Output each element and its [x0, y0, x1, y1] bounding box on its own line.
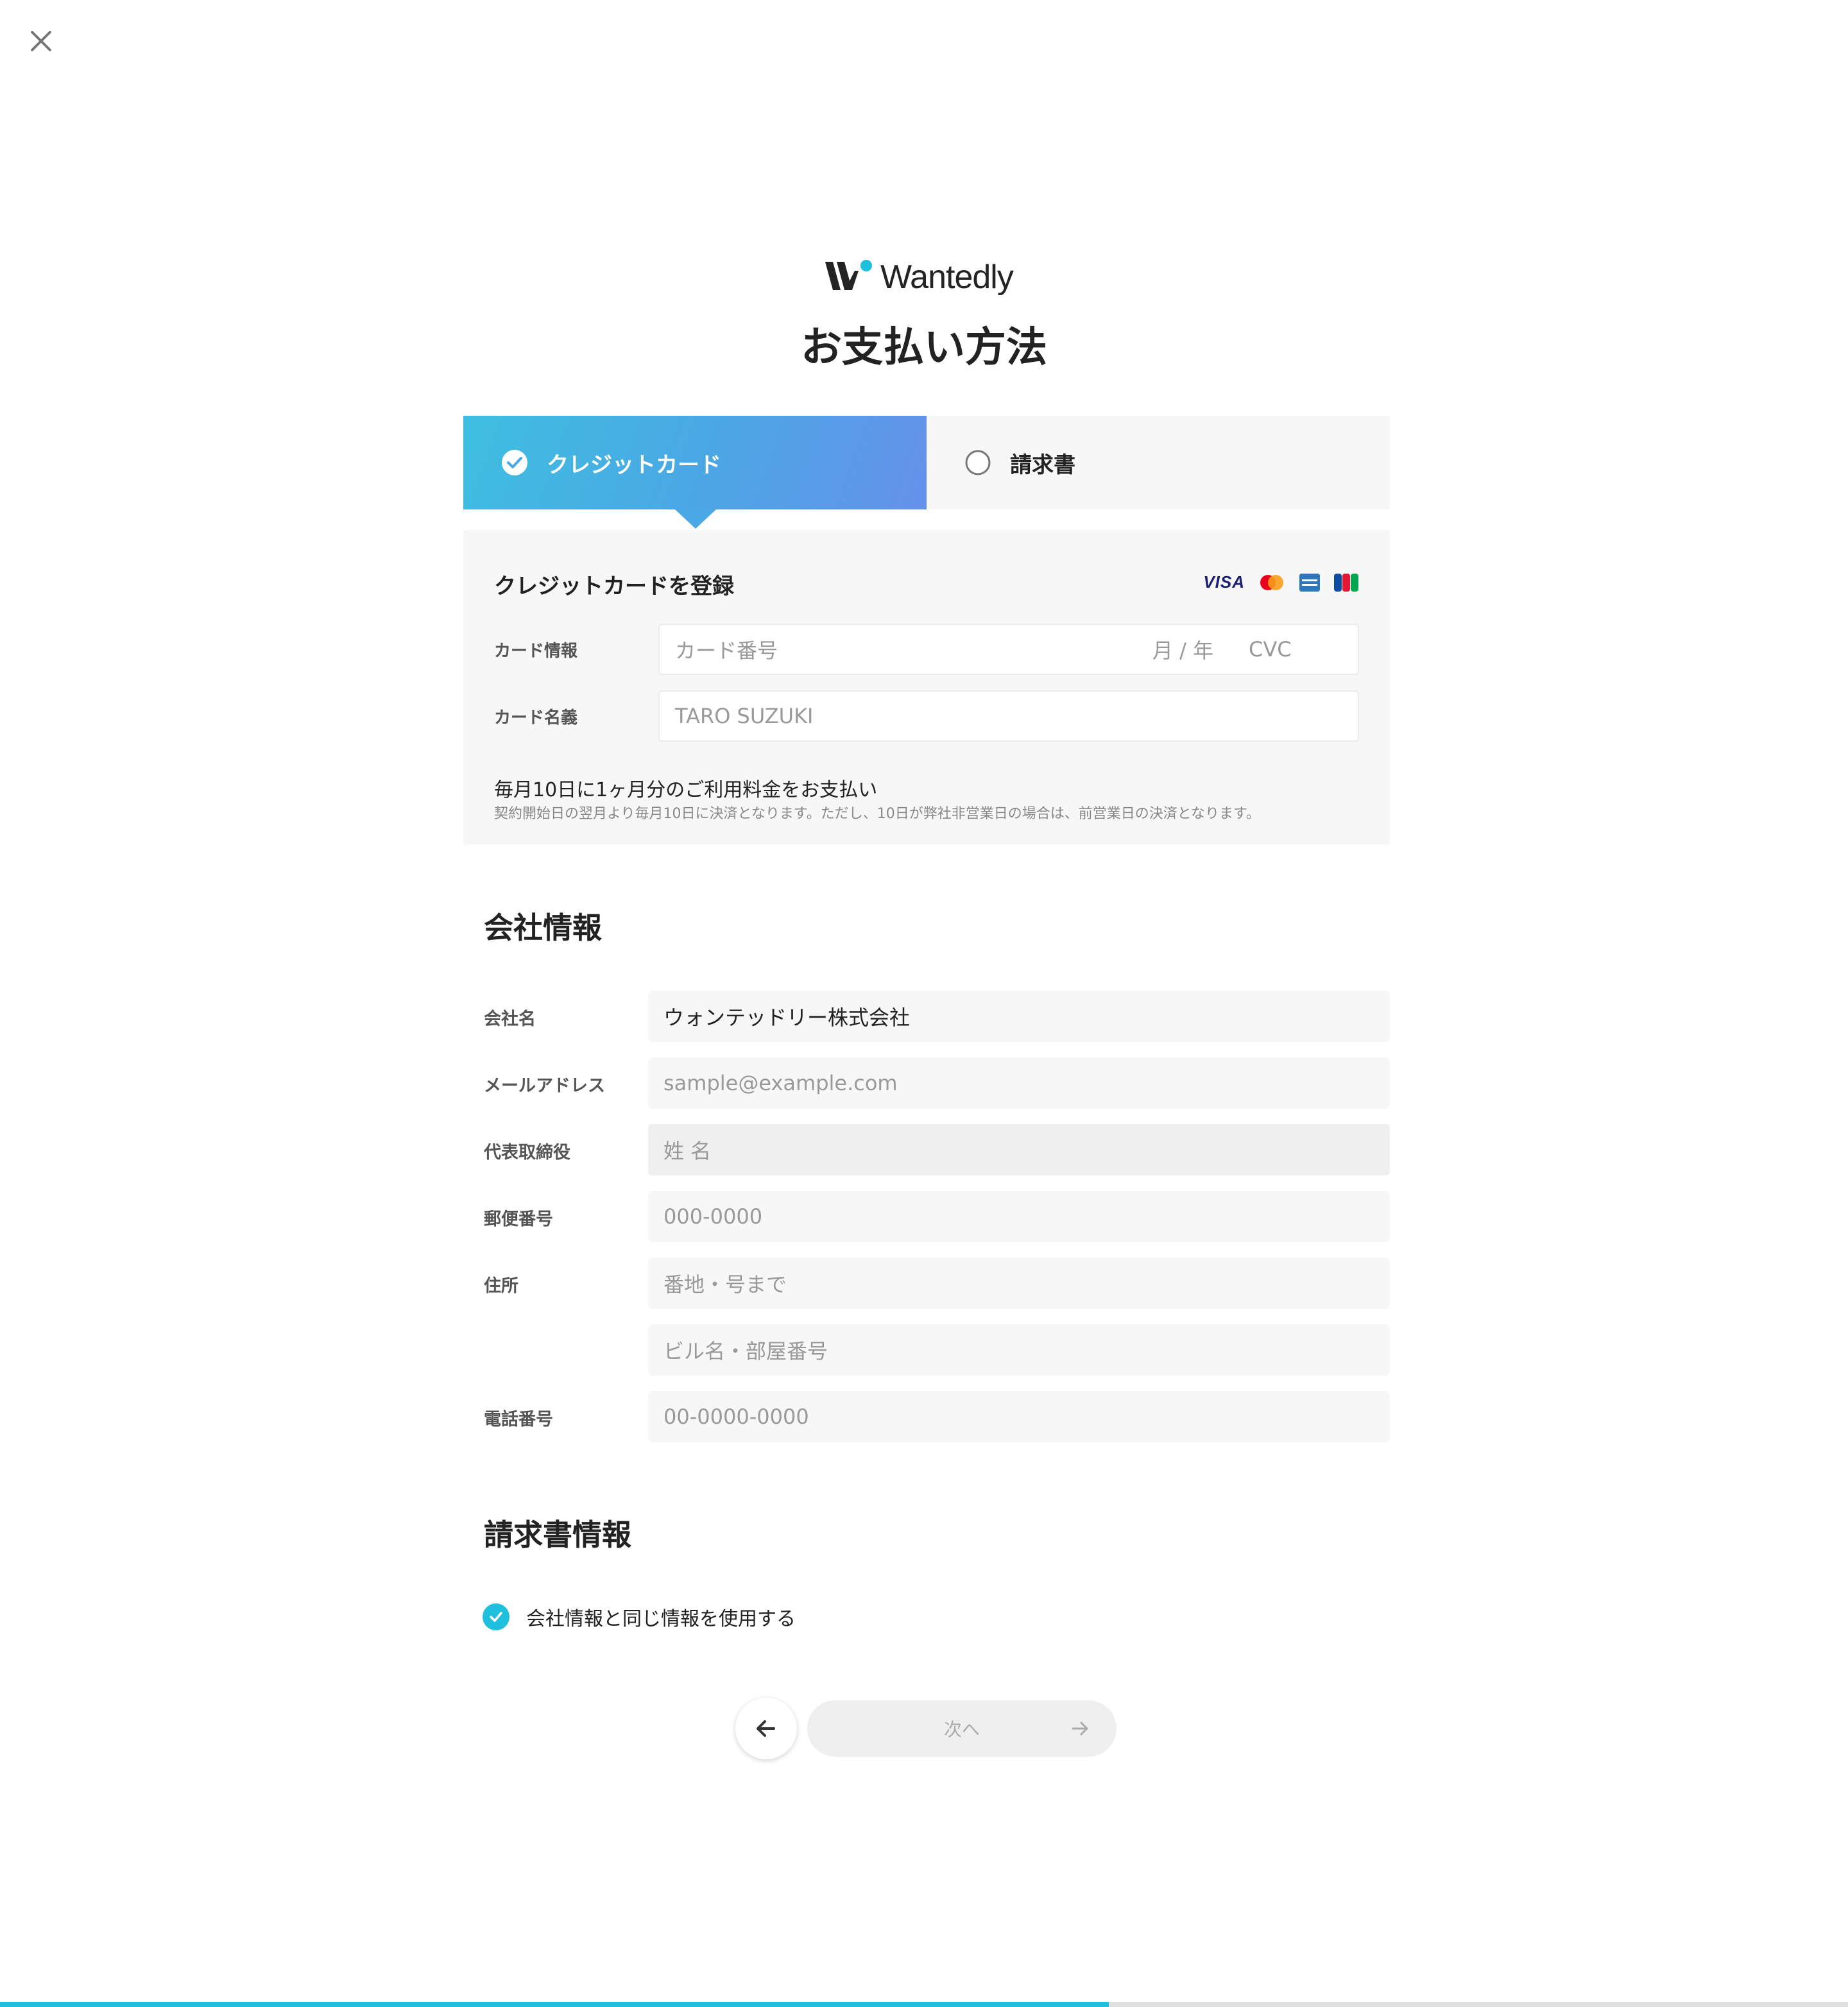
email-placeholder: sample@example.com [663, 1071, 898, 1095]
tab-invoice-label: 請求書 [1010, 452, 1075, 478]
postal-code-label: 郵便番号 [484, 1209, 553, 1229]
phone-placeholder: 00-0000-0000 [663, 1405, 809, 1429]
address-line1-input[interactable]: 番地・号まで [648, 1258, 1390, 1309]
amex-icon [1299, 573, 1320, 592]
postal-code-input[interactable]: 000-0000 [648, 1191, 1390, 1242]
payment-method-tabs: クレジットカード 請求書 [463, 416, 1390, 529]
card-name-label: カード名義 [494, 708, 578, 728]
card-expiry-input[interactable]: 月 / 年 [1152, 635, 1249, 664]
billing-note-detail: 契約開始日の翌月より毎月10日に決済となります。ただし、10日が弊社非営業日の場… [494, 806, 1260, 822]
tab-credit-card-label: クレジットカード [547, 452, 721, 478]
arrow-right-icon [1072, 1721, 1088, 1736]
radio-empty-icon [965, 450, 991, 475]
checkbox-checked-icon [483, 1603, 509, 1630]
representative-label: 代表取締役 [484, 1143, 570, 1163]
logo-text: Wantedly [880, 259, 1014, 296]
logo: Wantedly [824, 257, 1029, 298]
page-title: お支払い方法 [801, 324, 1047, 372]
card-cvc-input[interactable]: CVC [1249, 637, 1358, 662]
check-circle-icon [502, 450, 527, 475]
tab-invoice[interactable]: 請求書 [927, 416, 1390, 509]
email-label: メールアドレス [484, 1076, 605, 1096]
tab-credit-card[interactable]: クレジットカード [463, 416, 927, 529]
company-name-label: 会社名 [484, 1009, 536, 1029]
same-info-label: 会社情報と同じ情報を使用する [526, 1608, 796, 1630]
postal-code-placeholder: 000-0000 [663, 1204, 763, 1229]
card-brands: VISA [1203, 572, 1359, 592]
same-info-checkbox[interactable]: 会社情報と同じ情報を使用する [483, 1603, 796, 1631]
next-button[interactable]: 次へ [807, 1700, 1116, 1757]
card-number-input[interactable]: カード番号 [675, 635, 1152, 664]
card-name-placeholder: TARO SUZUKI [675, 704, 814, 728]
close-button[interactable] [26, 26, 56, 56]
next-button-label: 次へ [943, 1719, 980, 1740]
address-label: 住所 [484, 1276, 518, 1296]
invoice-section-title: 請求書情報 [484, 1517, 631, 1552]
company-name-value: ウォンテッドリー株式会社 [663, 1005, 911, 1030]
visa-icon: VISA [1203, 572, 1245, 592]
phone-input[interactable]: 00-0000-0000 [648, 1391, 1390, 1442]
jcb-icon [1334, 573, 1358, 592]
card-name-input[interactable]: TARO SUZUKI [658, 690, 1359, 742]
card-info-label: カード情報 [494, 642, 578, 661]
card-panel-title: クレジットカードを登録 [494, 574, 734, 599]
company-section-title: 会社情報 [484, 910, 602, 945]
arrow-left-icon [757, 1720, 775, 1737]
representative-placeholder: 姓 名 [663, 1139, 712, 1163]
phone-label: 電話番号 [484, 1410, 553, 1430]
company-name-input[interactable]: ウォンテッドリー株式会社 [648, 991, 1390, 1042]
progress-bar-fill [0, 2002, 1109, 2007]
wantedly-logo-icon [825, 260, 872, 290]
back-button[interactable] [735, 1698, 797, 1759]
email-input[interactable]: sample@example.com [648, 1057, 1390, 1109]
address-line1-placeholder: 番地・号まで [663, 1272, 787, 1297]
address-line2-input[interactable]: ビル名・部屋番号 [648, 1324, 1390, 1376]
billing-note: 毎月10日に1ヶ月分のご利用料金をお支払い [494, 779, 878, 801]
close-icon [31, 31, 51, 51]
mastercard-icon [1260, 574, 1283, 590]
representative-input[interactable]: 姓 名 [648, 1124, 1390, 1175]
tab-caret [675, 509, 716, 529]
address-line2-placeholder: ビル名・部屋番号 [663, 1339, 828, 1363]
card-info-field[interactable]: カード番号 月 / 年 CVC [658, 624, 1359, 675]
credit-card-panel: クレジットカードを登録 VISA カード情報 カード番号 月 / 年 CVC カ… [463, 530, 1390, 844]
progress-bar [0, 2002, 1848, 2007]
